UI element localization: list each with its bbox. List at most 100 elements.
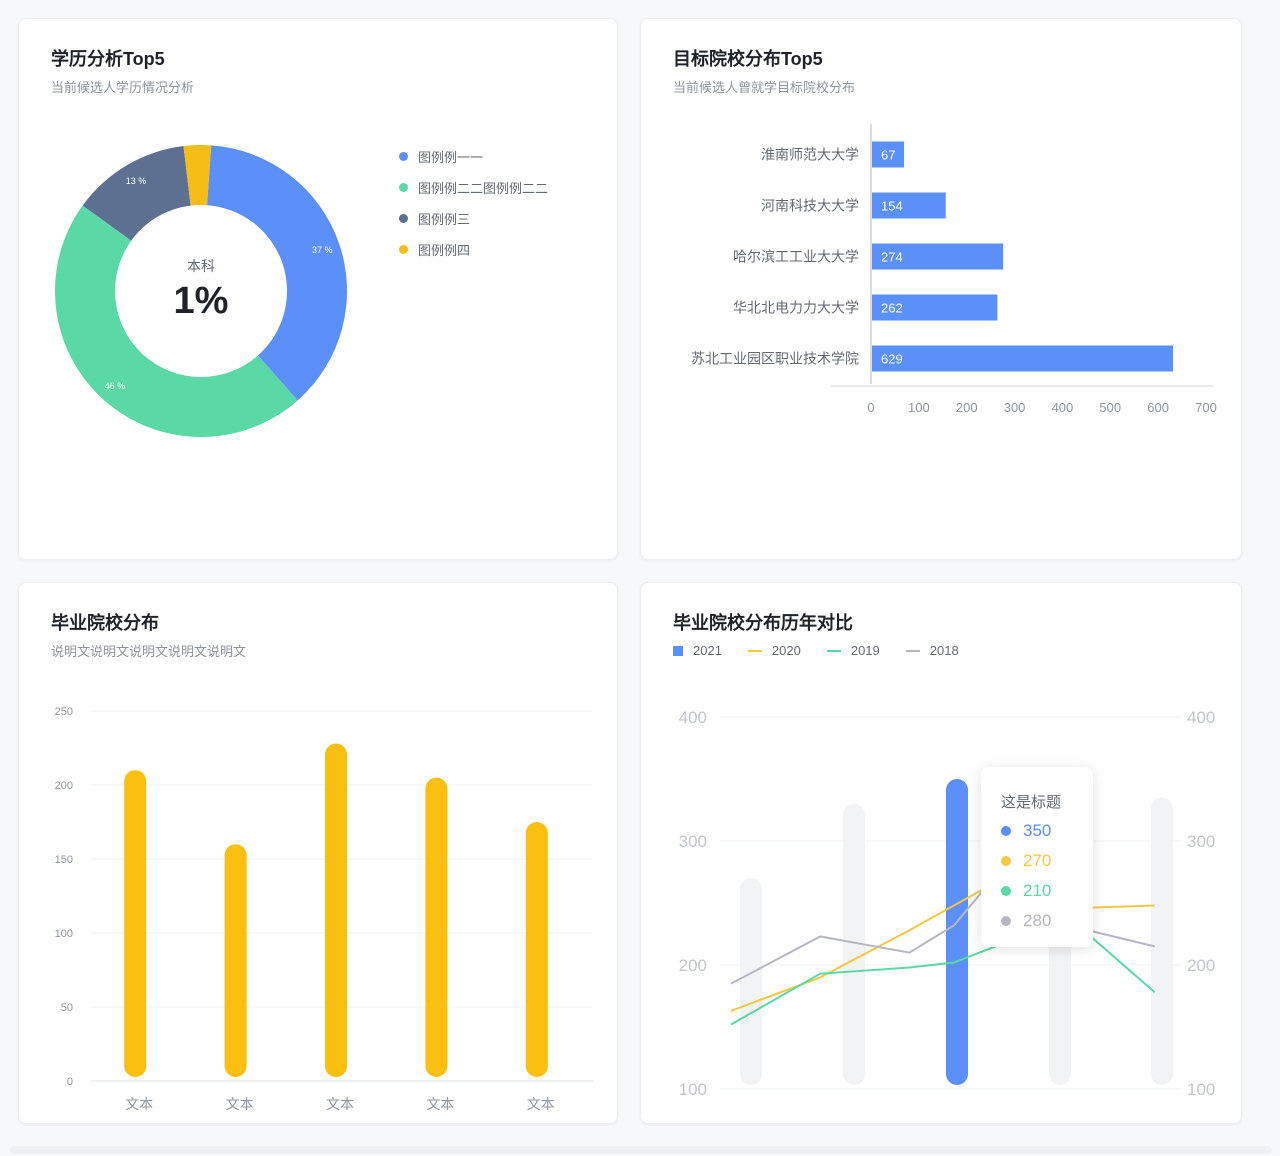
legend-dot (399, 214, 408, 223)
tooltip-row: 280 (1001, 911, 1051, 931)
combo-y-tick-left: 200 (679, 956, 707, 975)
tooltip-row: 210 (1001, 881, 1051, 901)
legend-dot (399, 245, 408, 254)
combo-legend-item[interactable]: 2018 (905, 643, 959, 658)
vbar-y-tick: 0 (67, 1076, 73, 1088)
combo-legend-item[interactable]: 2021 (673, 643, 722, 658)
vbar-y-tick: 150 (55, 854, 73, 866)
tooltip-row: 350 (1001, 821, 1051, 841)
hbar-x-tick: 0 (867, 400, 874, 415)
combo-legend-item[interactable]: 2019 (826, 643, 880, 658)
tooltip-value: 350 (1023, 821, 1052, 840)
vbar-bar (224, 844, 247, 1077)
legend-marker (747, 649, 762, 652)
legend-dot (399, 152, 408, 161)
hbar-x-tick: 100 (908, 400, 930, 415)
target-card: 目标院校分布Top5 当前候选人曾就学目标院校分布 淮南师范大大学 67 河南科技大… (640, 18, 1242, 560)
target-card-subtitle: 当前候选人曾就学目标院校分布 (673, 80, 856, 95)
legend-dot (399, 183, 408, 192)
vbar-y-tick: 50 (61, 1002, 73, 1014)
donut-slice-label: 46 % (105, 381, 126, 391)
bottom-scroll-strip (10, 1146, 1272, 1154)
vbar-bar (325, 743, 347, 1077)
combo-bar (1151, 797, 1173, 1085)
hbar-value-label: 262 (881, 301, 903, 316)
legend-label: 2019 (850, 643, 880, 658)
legend-label: 图例例三 (418, 212, 471, 227)
donut-slice-label: 13 % (126, 176, 147, 186)
combo-y-tick-right: 400 (1187, 708, 1215, 727)
hbar-value-label: 67 (881, 148, 895, 163)
combo-legend-item[interactable]: 2020 (747, 643, 801, 658)
tooltip-row: 270 (1001, 851, 1051, 871)
hbar-category-label: 哈尔滨工工业大大学 (733, 249, 859, 265)
donut-slice-label: 37 % (312, 245, 333, 255)
legend-label: 图例例二二图例例二二 (418, 181, 549, 196)
tooltip-dot (1001, 826, 1011, 836)
legend-marker (673, 645, 683, 656)
donut-legend-item[interactable]: 图例例四 (399, 240, 470, 259)
vbar-category-label: 文本 (326, 1096, 354, 1112)
tooltip-title: 这是标题 (1001, 794, 1062, 811)
edu-card-title: 学历分析Top5 (51, 49, 165, 69)
vertical-bar-chart: 0 50 100 150 200 250 文本 文本 文本 文本 文本 (55, 706, 593, 1112)
vbar-y-tick: 100 (55, 928, 73, 940)
donut-center-value: 1% (174, 280, 229, 322)
vbar-bar (425, 777, 448, 1077)
legend-label: 2021 (693, 643, 722, 658)
legend-label: 2020 (771, 643, 801, 658)
legend-marker (905, 649, 920, 652)
donut-legend-item[interactable]: 图例例二二图例例二二 (399, 178, 548, 197)
legend-marker (826, 649, 841, 652)
vbar-y-tick: 250 (55, 706, 73, 718)
combo-y-tick-left: 300 (679, 832, 707, 851)
combo-bar (740, 878, 762, 1085)
vbar-y-tick: 200 (55, 780, 73, 792)
combo-y-tick-right: 100 (1187, 1080, 1215, 1099)
hbar-value-label: 274 (881, 250, 903, 265)
hbar-x-tick: 500 (1099, 400, 1121, 415)
grad-card-subtitle: 说明文说明文说明文说明文说明文 (51, 644, 247, 659)
horizontal-bar-chart: 淮南师范大大学 67 河南科技大大学 154 哈尔滨工工业大大学 274 华北北电力力大大学… (691, 124, 1217, 415)
combo-chart: 100 100 200 200 300 300 400 400 (679, 708, 1216, 1099)
donut-legend-item[interactable]: 图例例三 (399, 209, 470, 228)
hbar-value-label: 154 (881, 199, 903, 214)
tooltip-value: 270 (1023, 851, 1052, 870)
vbar-bar (525, 822, 548, 1077)
donut-chart: 37 % 46 % 13 % 本科 1% (55, 145, 347, 437)
donut-legend-item[interactable]: 图例例一一 (399, 147, 483, 166)
hbar-x-tick: 400 (1052, 400, 1074, 415)
combo-legend: 2021 2020 2019 2018 (673, 643, 959, 658)
target-card-title: 目标院校分布Top5 (673, 49, 823, 69)
combo-y-tick-left: 100 (679, 1080, 707, 1099)
compare-card: 毕业院校分布历年对比 2021 2020 2019 2018 100 100 200 200… (640, 582, 1242, 1124)
grad-card: 毕业院校分布 说明文说明文说明文说明文说明文 0 50 100 150 200 250 文本… (18, 582, 618, 1124)
vbar-category-label: 文本 (527, 1096, 555, 1112)
edu-card: 学历分析Top5 当前候选人学历情况分析 37 % 46 % 13 % 本科 1% 图例… (18, 18, 618, 560)
legend-label: 图例例四 (418, 243, 471, 258)
legend-label: 图例例一一 (418, 150, 484, 165)
vbar-category-label: 文本 (426, 1096, 454, 1112)
vbar-category-label: 文本 (125, 1096, 153, 1112)
grad-card-title: 毕业院校分布 (51, 613, 159, 633)
hbar-value-label: 629 (881, 352, 903, 367)
tooltip-value: 210 (1023, 881, 1052, 900)
hbar-x-tick: 200 (956, 400, 978, 415)
donut-center-label: 本科 (187, 258, 215, 274)
hbar-bar (872, 345, 1174, 372)
combo-y-tick-left: 400 (679, 708, 707, 727)
hbar-category-label: 华北北电力力大大学 (733, 300, 859, 316)
combo-bar-highlight (946, 779, 968, 1085)
vbar-bar (124, 770, 147, 1077)
tooltip-dot (1001, 916, 1011, 926)
hbar-category-label: 河南科技大大学 (761, 198, 859, 214)
hbar-x-tick: 300 (1004, 400, 1026, 415)
hbar-category-label: 苏北工业园区职业技术学院 (691, 351, 859, 367)
compare-card-title: 毕业院校分布历年对比 (673, 613, 853, 633)
hbar-category-label: 淮南师范大大学 (761, 147, 859, 163)
combo-y-tick-right: 300 (1187, 832, 1215, 851)
donut-slice (207, 145, 347, 401)
tooltip-value: 280 (1023, 911, 1052, 930)
tooltip-dot (1001, 886, 1011, 896)
vbar-category-label: 文本 (226, 1096, 254, 1112)
